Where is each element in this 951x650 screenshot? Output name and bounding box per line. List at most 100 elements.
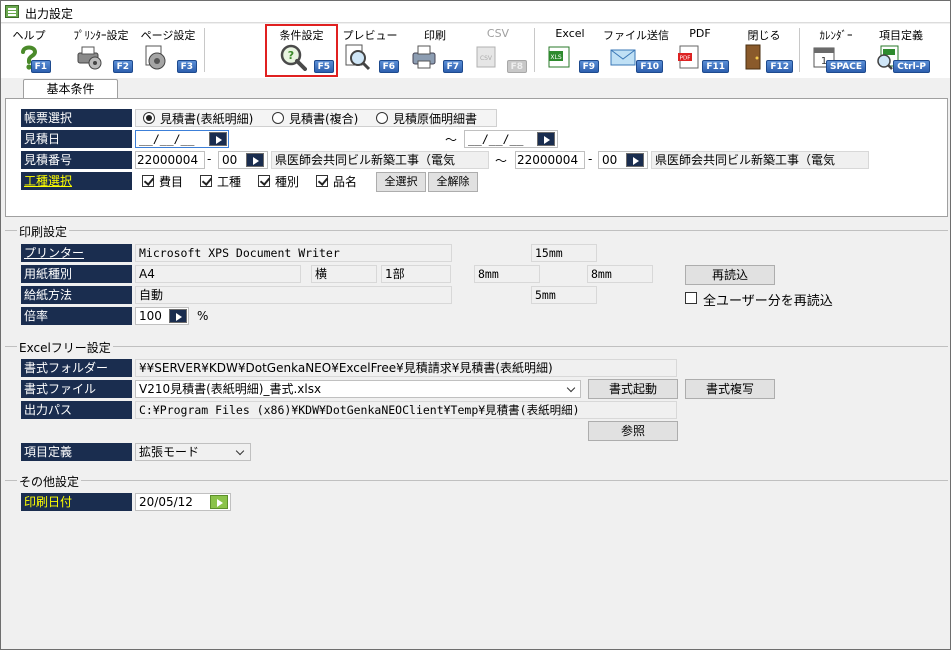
svg-text:PDF: PDF: [680, 56, 691, 62]
excel-free-title: Excelフリー設定: [17, 339, 113, 356]
estimate-no-from-lookup-button[interactable]: [246, 153, 264, 167]
check-category-label: 種別: [275, 175, 300, 189]
preview-button[interactable]: プレビュー F6: [339, 24, 401, 78]
estimate-no-to-dash: -: [588, 152, 593, 166]
preview-label: プレビュー: [342, 29, 398, 42]
check-category[interactable]: [258, 175, 270, 187]
reload-all-users-checkbox[interactable]: [685, 292, 697, 304]
estimate-no-to-input[interactable]: 22000004: [515, 151, 585, 169]
ctrl-p-key-badge: Ctrl-P: [893, 60, 930, 73]
work-select-label-text: 工種選択: [24, 174, 73, 188]
format-copy-button[interactable]: 書式複写: [685, 379, 775, 399]
f3-key-badge: F3: [176, 60, 197, 73]
item-def-select[interactable]: 拡張モード: [135, 443, 251, 461]
margin-right-value: 8mm: [587, 265, 653, 283]
print-label: 印刷: [424, 29, 446, 42]
scale-spin-button[interactable]: [169, 309, 187, 323]
estimate-no-to-name: 県医師会共同ビル新築工事（電気: [651, 151, 869, 169]
chevron-down-icon: [567, 387, 577, 393]
reload-all-users-label: 全ユーザー分を再読込: [703, 294, 833, 309]
printer-label-text: プリンター: [24, 246, 85, 260]
report-select-label: 帳票選択: [21, 109, 132, 127]
door-close-icon: [745, 44, 761, 70]
estimate-date-from-picker-button[interactable]: [209, 132, 227, 146]
browse-button[interactable]: 参照: [588, 421, 678, 441]
paper-label: 用紙種別: [21, 265, 132, 283]
format-file-select[interactable]: V210見積書(表紙明細)_書式.xlsx: [135, 380, 581, 398]
f11-key-badge: F11: [702, 60, 729, 73]
printer-setup-icon: [77, 46, 102, 70]
page-setup-icon: [145, 45, 166, 70]
help-label: ヘルプ: [12, 29, 46, 42]
print-settings-group: [5, 230, 948, 231]
close-button[interactable]: 閉じる F12: [733, 24, 795, 78]
clear-all-button[interactable]: 全解除: [428, 172, 478, 192]
estimate-no-from-dash: -: [207, 152, 212, 166]
paper-value: A4: [135, 265, 301, 283]
excel-button[interactable]: Excel XLS F9: [539, 24, 601, 78]
estimate-no-from-input[interactable]: 22000004: [135, 151, 205, 169]
highlight-box: [265, 24, 338, 77]
toolbar-separator: [799, 28, 800, 72]
file-send-button[interactable]: ファイル送信 F10: [603, 24, 669, 78]
check-work-type[interactable]: [200, 175, 212, 187]
item-definition-button[interactable]: 項目定義 Ctrl-P: [870, 24, 932, 78]
toolbar-separator: [204, 28, 205, 72]
help-button[interactable]: ヘルプ F1: [5, 24, 53, 78]
copies-value: 1部: [381, 265, 451, 283]
f1-key-badge: F1: [30, 60, 51, 73]
f2-key-badge: F2: [112, 60, 133, 73]
check-item-name[interactable]: [316, 175, 328, 187]
item-definition-label: 項目定義: [879, 29, 923, 42]
svg-text:XLS: XLS: [550, 54, 561, 61]
pdf-icon: PDF: [678, 45, 699, 69]
format-launch-button[interactable]: 書式起動: [588, 379, 678, 399]
margin-bottom-value: 5mm: [531, 286, 597, 304]
margin-left-value: 8mm: [474, 265, 540, 283]
preview-icon: [345, 44, 371, 71]
excel-icon: XLS: [548, 46, 570, 68]
format-folder-label: 書式フォルダー: [21, 359, 132, 377]
printer-label[interactable]: プリンター: [21, 244, 132, 262]
report-select-group: 見積書(表紙明細) 見積書(複合) 見積原価明細書: [135, 109, 497, 127]
close-label: 閉じる: [747, 29, 781, 42]
excel-free-group: [5, 346, 948, 347]
estimate-no-to-lookup-button[interactable]: [626, 153, 644, 167]
space-key-badge: SPACE: [826, 60, 866, 73]
check-expense[interactable]: [142, 175, 154, 187]
select-all-button[interactable]: 全選択: [376, 172, 426, 192]
format-folder-value: ¥¥SERVER¥KDW¥DotGenkaNEO¥ExcelFree¥見積請求¥…: [135, 359, 677, 377]
calendar-button[interactable]: ｶﾚﾝﾀﾞｰ 1 SPACE: [804, 24, 868, 78]
page-setup-button[interactable]: ページ設定 F3: [137, 24, 199, 78]
output-path-value: C:¥Program Files (x86)¥KDW¥DotGenkaNEOCl…: [135, 401, 677, 419]
report-radio-cover-detail[interactable]: [143, 112, 155, 124]
f10-key-badge: F10: [636, 60, 663, 73]
estimate-date-to-picker-button[interactable]: [537, 132, 555, 146]
f8-key-badge: F8: [506, 60, 527, 73]
estimate-no-label: 見積番号: [21, 151, 132, 169]
margin-top-value: 15mm: [531, 244, 597, 262]
check-work-type-label: 工種: [217, 175, 242, 189]
reload-button[interactable]: 再読込: [685, 265, 775, 285]
other-settings-group: [5, 480, 948, 481]
print-date-picker-button[interactable]: [210, 495, 228, 509]
report-radio-cost-detail[interactable]: [376, 112, 388, 124]
window-title: 出力設定: [25, 7, 74, 21]
scale-unit: %: [197, 309, 209, 323]
f6-key-badge: F6: [378, 60, 399, 73]
work-select-label[interactable]: 工種選択: [21, 172, 132, 190]
scale-label: 倍率: [21, 307, 132, 325]
csv-button[interactable]: CSV CSV F8: [467, 24, 529, 78]
report-option-cost-detail: 見積原価明細書: [393, 112, 478, 126]
tab-basic-conditions[interactable]: 基本条件: [23, 79, 118, 99]
print-icon: [412, 45, 436, 69]
title-bar: 出力設定: [1, 1, 950, 23]
f7-key-badge: F7: [442, 60, 463, 73]
print-settings-title: 印刷設定: [17, 223, 70, 240]
printer-setup-button[interactable]: ﾌﾟﾘﾝﾀｰ設定 F2: [67, 24, 135, 78]
estimate-no-from-name: 県医師会共同ビル新築工事（電気: [271, 151, 489, 169]
report-radio-composite[interactable]: [272, 112, 284, 124]
print-button[interactable]: 印刷 F7: [405, 24, 465, 78]
estimate-date-tilde: ～: [445, 133, 458, 147]
pdf-button[interactable]: PDF PDF F11: [669, 24, 731, 78]
